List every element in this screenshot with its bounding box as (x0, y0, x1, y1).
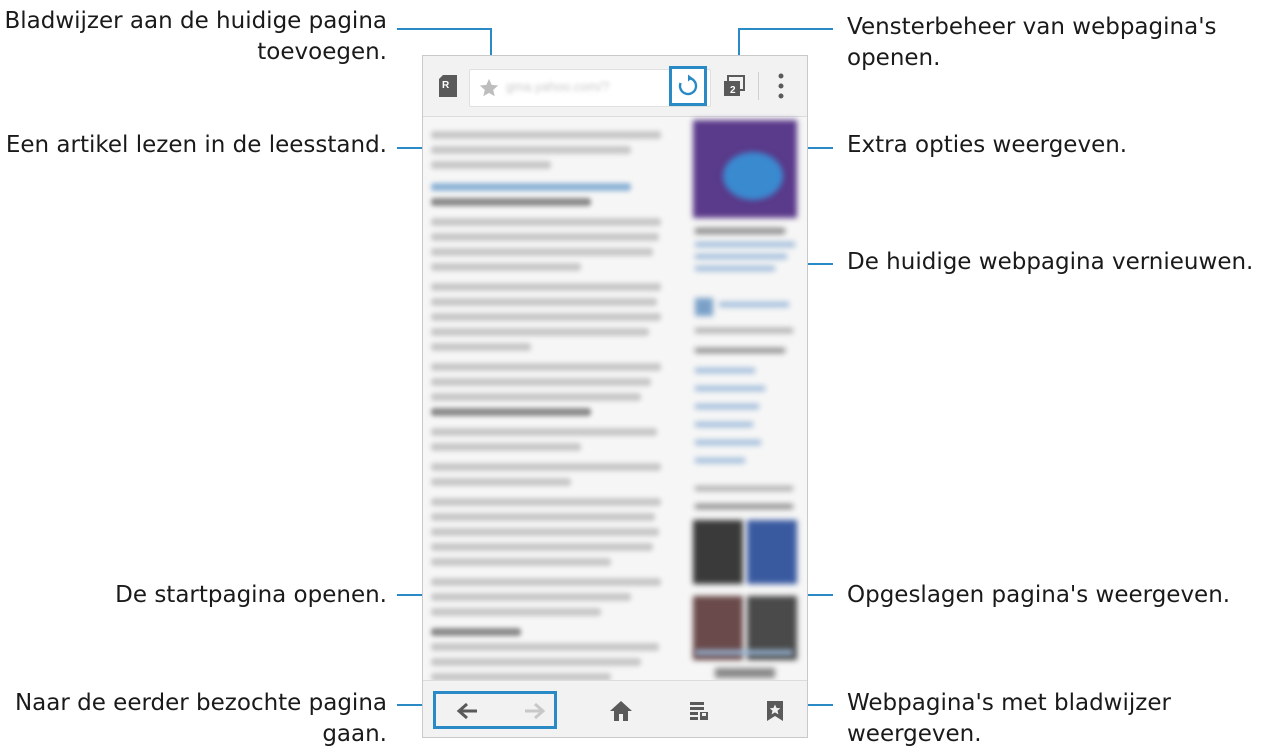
annotation-bookmark-add: Bladwijzer aan de huidige pagina toevoeg… (4, 6, 387, 68)
star-icon (479, 78, 499, 97)
annotation-saved-pages: Opgeslagen pagina's weergeven. (847, 580, 1230, 611)
annotation-text: toevoegen. (257, 39, 387, 65)
window-manager-button[interactable]: 2 (721, 72, 747, 100)
browser-screen: R gma.yahoo.com/? 2 (422, 55, 808, 738)
browser-toolbar: R gma.yahoo.com/? 2 (423, 56, 807, 117)
home-icon (610, 701, 632, 721)
refresh-button[interactable] (669, 66, 707, 106)
webpage-content[interactable] (423, 116, 807, 716)
back-button[interactable] (447, 696, 487, 726)
url-text: gma.yahoo.com/? (506, 79, 610, 94)
annotation-text: openen. (847, 45, 941, 71)
forward-button[interactable] (515, 696, 555, 726)
annotation-bookmarks: Webpagina's met bladwijzer weergeven. (847, 688, 1171, 750)
annotation-text: weergeven. (847, 721, 982, 747)
refresh-icon (678, 74, 698, 96)
saved-pages-icon (690, 702, 708, 720)
saved-pages-button[interactable] (679, 696, 719, 726)
bookmarks-icon (767, 701, 783, 721)
reader-badge-text: R (442, 80, 450, 91)
annotation-back: Naar de eerder bezochte pagina gaan. (15, 688, 387, 750)
annotation-reader-mode: Een artikel lezen in de leesstand. (6, 130, 387, 161)
home-button[interactable] (601, 696, 641, 726)
annotation-refresh: De huidige webpagina vernieuwen. (847, 247, 1253, 278)
leader-line (397, 28, 492, 30)
annotation-text: gaan. (322, 721, 387, 747)
forward-arrow-icon (525, 702, 546, 720)
window-count: 2 (730, 85, 736, 96)
article-column (431, 124, 681, 723)
leader-line (738, 28, 833, 30)
annotation-more-options: Extra opties weergeven. (847, 130, 1127, 161)
back-arrow-icon (456, 702, 477, 720)
annotation-text: Naar de eerder bezochte pagina (14, 690, 387, 716)
annotation-text: Extra opties weergeven. (847, 132, 1128, 158)
more-options-button[interactable] (771, 70, 791, 102)
annotation-window-manager: Vensterbeheer van webpagina's openen. (847, 12, 1217, 74)
add-bookmark-button[interactable] (476, 75, 502, 101)
annotation-text: De startpagina openen. (115, 582, 387, 608)
annotation-text: De huidige webpagina vernieuwen. (847, 249, 1254, 275)
more-options-icon (778, 73, 784, 99)
annotation-text: Vensterbeheer van webpagina's (847, 14, 1217, 40)
reader-mode-button[interactable]: R (437, 72, 459, 100)
toolbar-divider (758, 72, 759, 100)
annotation-text: Bladwijzer aan de huidige pagina (4, 8, 387, 34)
annotation-text: Een artikel lezen in de leesstand. (5, 132, 387, 158)
bookmarks-button[interactable] (755, 696, 795, 726)
annotation-text: Opgeslagen pagina's weergeven. (847, 582, 1231, 608)
annotation-text: Webpagina's met bladwijzer (847, 690, 1171, 716)
bottom-navigation-bar (423, 680, 807, 737)
annotation-home: De startpagina openen. (115, 580, 387, 611)
